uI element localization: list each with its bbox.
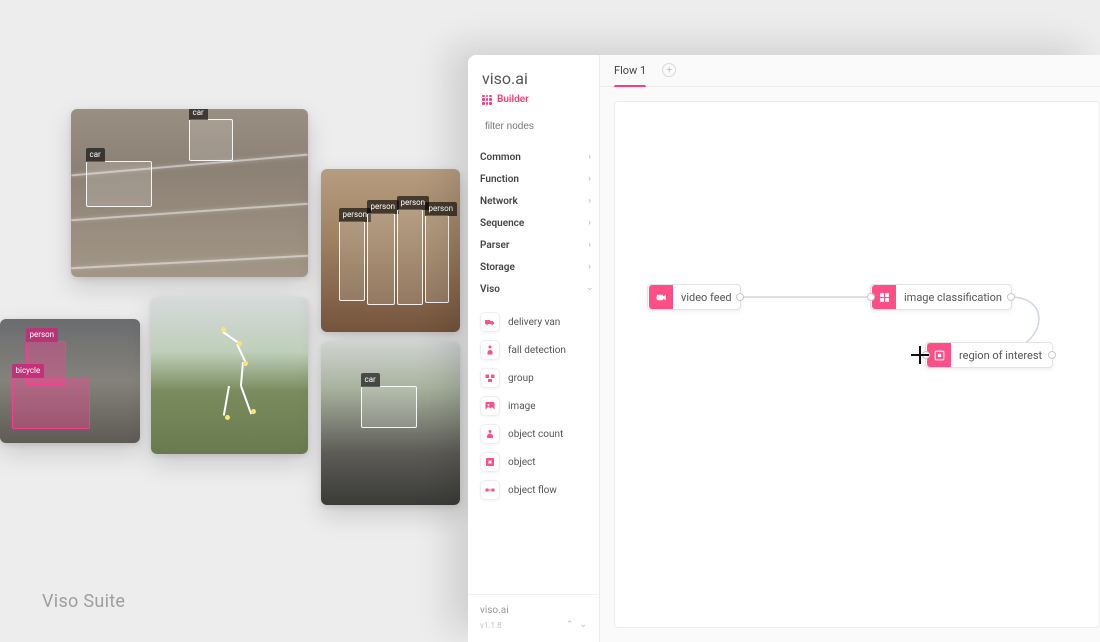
category-network[interactable]: Network› — [480, 190, 591, 212]
node-search-input[interactable] — [485, 121, 617, 132]
footer-brand: viso.ai — [480, 605, 587, 616]
port-out[interactable] — [736, 293, 744, 301]
bbox-label: car — [86, 148, 105, 162]
chevron-right-icon: › — [588, 218, 591, 228]
port-out[interactable] — [1007, 293, 1015, 301]
chevron-right-icon: › — [588, 240, 591, 250]
thumbnail-mall: person person person person — [321, 169, 460, 332]
collapse-down-icon[interactable]: ⌄ — [579, 620, 587, 630]
node-video-feed[interactable]: video feed — [647, 284, 741, 310]
builder-label: Builder — [497, 94, 529, 105]
flow-canvas[interactable]: video feed image classification region o… — [614, 101, 1100, 628]
brand-name: viso.ai — [482, 69, 585, 88]
chevron-right-icon: › — [588, 174, 591, 184]
palette-image[interactable]: image — [480, 392, 591, 420]
node-label: image classification — [904, 291, 1002, 304]
palette-fall-detection[interactable]: fall detection — [480, 336, 591, 364]
tab-add[interactable]: + — [662, 55, 676, 86]
builder-badge[interactable]: Builder — [482, 94, 585, 105]
node-search[interactable] — [480, 121, 587, 132]
node-label: video feed — [681, 291, 732, 304]
builder-grid-icon — [482, 95, 492, 105]
tab-bar: Flow 1 + — [600, 55, 1100, 87]
chevron-right-icon: › — [588, 262, 591, 272]
node-image-classification[interactable]: image classification — [870, 284, 1012, 310]
category-list: Common› Function› Network› Sequence› Par… — [468, 140, 599, 510]
category-common[interactable]: Common› — [480, 146, 591, 168]
version-label: v1.1.8 — [480, 621, 502, 630]
flow-icon — [480, 480, 500, 500]
palette-object[interactable]: object — [480, 448, 591, 476]
person-icon — [480, 340, 500, 360]
chevron-right-icon: › — [588, 196, 591, 206]
group-icon — [480, 368, 500, 388]
image-icon — [480, 396, 500, 416]
bbox-label: bicycle — [12, 364, 45, 378]
category-storage[interactable]: Storage› — [480, 256, 591, 278]
brand-block: viso.ai Builder — [468, 55, 599, 109]
port-in[interactable] — [867, 293, 875, 301]
palette-group[interactable]: group — [480, 364, 591, 392]
page-caption: Viso Suite — [42, 591, 125, 612]
collapse-up-icon[interactable]: ⌃ — [566, 620, 574, 630]
thumbnail-road-car: car — [321, 342, 460, 505]
grid-icon — [872, 285, 896, 309]
sidebar: viso.ai Builder Common› Function› Networ… — [468, 55, 600, 642]
thumbnail-highway: car car — [71, 109, 308, 277]
category-viso[interactable]: Viso› — [480, 278, 591, 300]
crosshair-cursor-icon — [911, 346, 929, 364]
roi-icon — [927, 343, 951, 367]
builder-app: viso.ai Builder Common› Function› Networ… — [468, 55, 1100, 642]
node-label: region of interest — [959, 349, 1042, 362]
object-icon — [480, 452, 500, 472]
plus-icon: + — [662, 63, 676, 77]
camera-icon — [649, 285, 673, 309]
node-region-of-interest[interactable]: region of interest — [925, 342, 1053, 368]
canvas-area: Flow 1 + video feed image classification — [600, 55, 1100, 642]
tab-flow-1[interactable]: Flow 1 — [614, 55, 646, 86]
bbox-label: person — [425, 202, 458, 216]
thumbnail-cyclist: person bicycle — [0, 319, 140, 443]
palette-delivery-van[interactable]: delivery van — [480, 308, 591, 336]
bbox-label: person — [367, 200, 400, 214]
port-out[interactable] — [1048, 351, 1056, 359]
sidebar-footer: viso.ai v1.1.8 ⌃ ⌄ — [468, 594, 599, 642]
count-icon — [480, 424, 500, 444]
thumbnail-golfer-pose — [151, 297, 308, 454]
chevron-down-icon: › — [585, 288, 595, 291]
bbox-label: person — [26, 328, 59, 342]
palette-object-count[interactable]: object count — [480, 420, 591, 448]
tab-label: Flow 1 — [614, 64, 646, 77]
bbox-label: car — [189, 109, 208, 120]
category-sequence[interactable]: Sequence› — [480, 212, 591, 234]
viso-node-list: delivery van fall detection group image … — [480, 308, 591, 504]
category-function[interactable]: Function› — [480, 168, 591, 190]
category-parser[interactable]: Parser› — [480, 234, 591, 256]
chevron-right-icon: › — [588, 152, 591, 162]
palette-object-flow[interactable]: object flow — [480, 476, 591, 504]
van-icon — [480, 312, 500, 332]
bbox-label: car — [361, 373, 380, 387]
